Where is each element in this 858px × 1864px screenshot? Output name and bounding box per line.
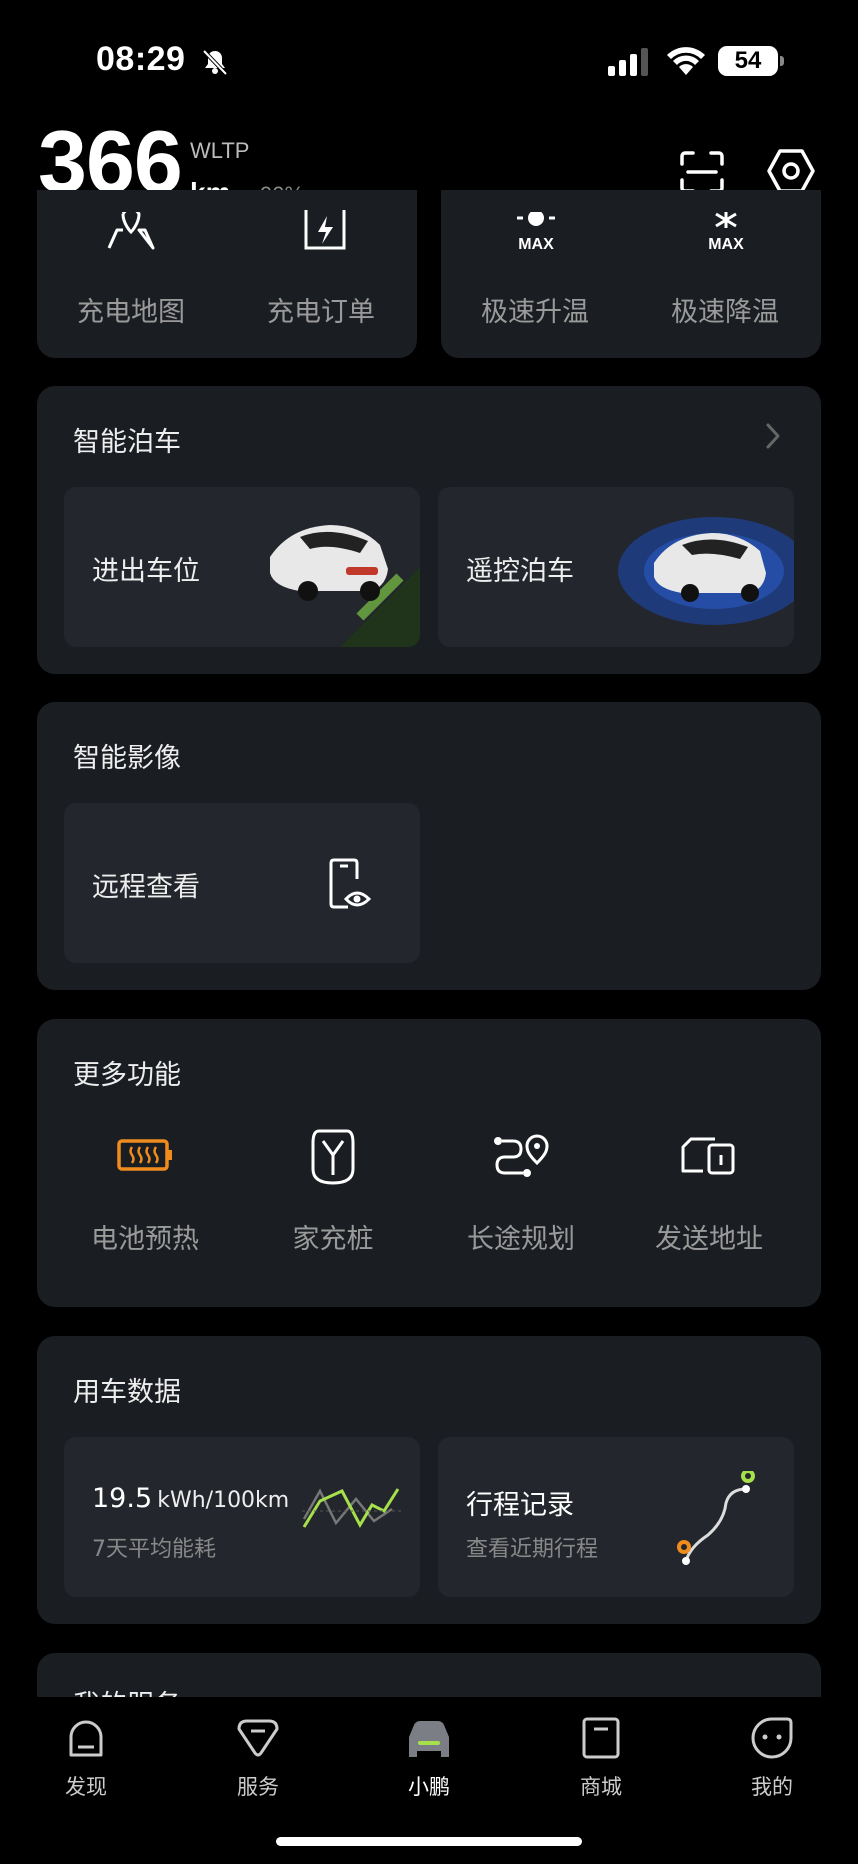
route-plan-button[interactable]: 长途规划 [441,1133,601,1287]
battery-preheat-button[interactable]: 电池预热 [65,1137,225,1287]
max-cool-icon: MAX [708,212,744,252]
battery-indicator: 54 [718,46,784,76]
tile-label: 进出车位 [92,556,200,587]
energy-value: 19.5 [92,1483,153,1514]
tile-label: 远程查看 [92,872,200,903]
feature-label: 家充桩 [292,1224,374,1255]
climate-card: MAX 极速升温 MAX 极速降温 [441,190,821,358]
send-address-icon [681,1137,735,1175]
charging-map-icon [107,212,155,250]
nav-xpeng[interactable]: 小鹏 [379,1715,479,1801]
nav-label: 发现 [65,1775,107,1799]
car-parking-image [270,525,420,647]
profile-icon [751,1717,793,1759]
energy-caption: 7天平均能耗 [92,1537,216,1562]
home-charger-button[interactable]: 家充桩 [253,1129,413,1287]
nav-label: 服务 [237,1775,279,1799]
quick-action-label: 极速降温 [671,297,779,328]
home-charger-icon [311,1129,355,1185]
range-standard: WLTP [190,138,250,163]
wifi-icon [667,47,705,75]
quick-action-label: 充电地图 [77,297,185,328]
nav-service[interactable]: 服务 [208,1715,308,1801]
smart-parking-card: 智能泊车 进出车位 遥控泊车 [37,386,821,674]
charging-order-icon [304,210,346,250]
remote-parking-tile[interactable]: 遥控泊车 [438,487,794,647]
scan-icon[interactable] [678,150,726,194]
charging-map-button[interactable]: 充电地图 [37,190,227,358]
cellular-signal-icon [608,48,648,76]
energy-value-row: 19.5 kWh/100km [92,1483,289,1514]
service-icon [237,1719,279,1757]
max-heat-icon: MAX [517,212,555,252]
section-title: 用车数据 [73,1377,181,1408]
phone-eye-icon [329,858,372,909]
svg-text:MAX: MAX [708,236,744,252]
nav-label: 商城 [580,1775,622,1799]
energy-consumption-tile[interactable]: 19.5 kWh/100km 7天平均能耗 [64,1437,420,1597]
energy-sparkline-icon [302,1488,402,1529]
status-time: 08:29 [96,40,186,78]
trip-records-caption: 查看近期行程 [466,1537,599,1562]
section-title: 智能影像 [73,743,181,774]
energy-unit: kWh/100km [157,1488,290,1513]
remote-view-tile[interactable]: 远程查看 [64,803,420,963]
settings-icon[interactable] [766,146,816,196]
charging-card: 充电地图 充电订单 [37,190,417,358]
park-in-out-tile[interactable]: 进出车位 [64,487,420,647]
nav-discover[interactable]: 发现 [36,1715,136,1801]
section-title: 智能泊车 [73,427,181,458]
usage-data-card: 用车数据 19.5 kWh/100km 7天平均能耗 行程记录 查看近期行程 [37,1336,821,1624]
nav-label: 小鹏 [408,1775,450,1799]
quick-action-label: 充电订单 [267,297,375,328]
nav-label: 我的 [751,1775,793,1799]
smart-imaging-card: 智能影像 远程查看 [37,702,821,990]
mall-icon [582,1717,620,1759]
discover-icon [69,1720,103,1757]
max-cool-button[interactable]: MAX 极速降温 [631,190,821,358]
route-plan-icon [494,1134,549,1177]
section-title: 更多功能 [73,1060,181,1091]
car-icon [409,1721,449,1757]
remote-parking-image [618,517,794,625]
send-address-button[interactable]: 发送地址 [629,1135,789,1287]
max-heat-button[interactable]: MAX 极速升温 [441,190,631,358]
trip-records-tile[interactable]: 行程记录 查看近期行程 [438,1437,794,1597]
chevron-right-icon[interactable] [765,422,781,450]
nav-mall[interactable]: 商城 [551,1715,651,1801]
nav-profile[interactable]: 我的 [722,1715,822,1801]
charging-order-button[interactable]: 充电订单 [227,190,417,358]
trip-route-icon [677,1471,755,1565]
feature-label: 电池预热 [91,1224,199,1255]
quick-action-label: 极速升温 [481,297,589,328]
battery-preheat-icon [117,1139,172,1171]
tile-label: 遥控泊车 [466,556,574,587]
svg-text:MAX: MAX [518,236,554,252]
home-indicator[interactable] [276,1837,582,1846]
more-features-card: 更多功能 电池预热 家充桩 长途规划 发送地址 [37,1019,821,1307]
feature-label: 发送地址 [655,1224,763,1255]
feature-label: 长途规划 [467,1224,575,1255]
silent-bell-icon [202,49,228,76]
trip-records-title: 行程记录 [466,1490,574,1521]
